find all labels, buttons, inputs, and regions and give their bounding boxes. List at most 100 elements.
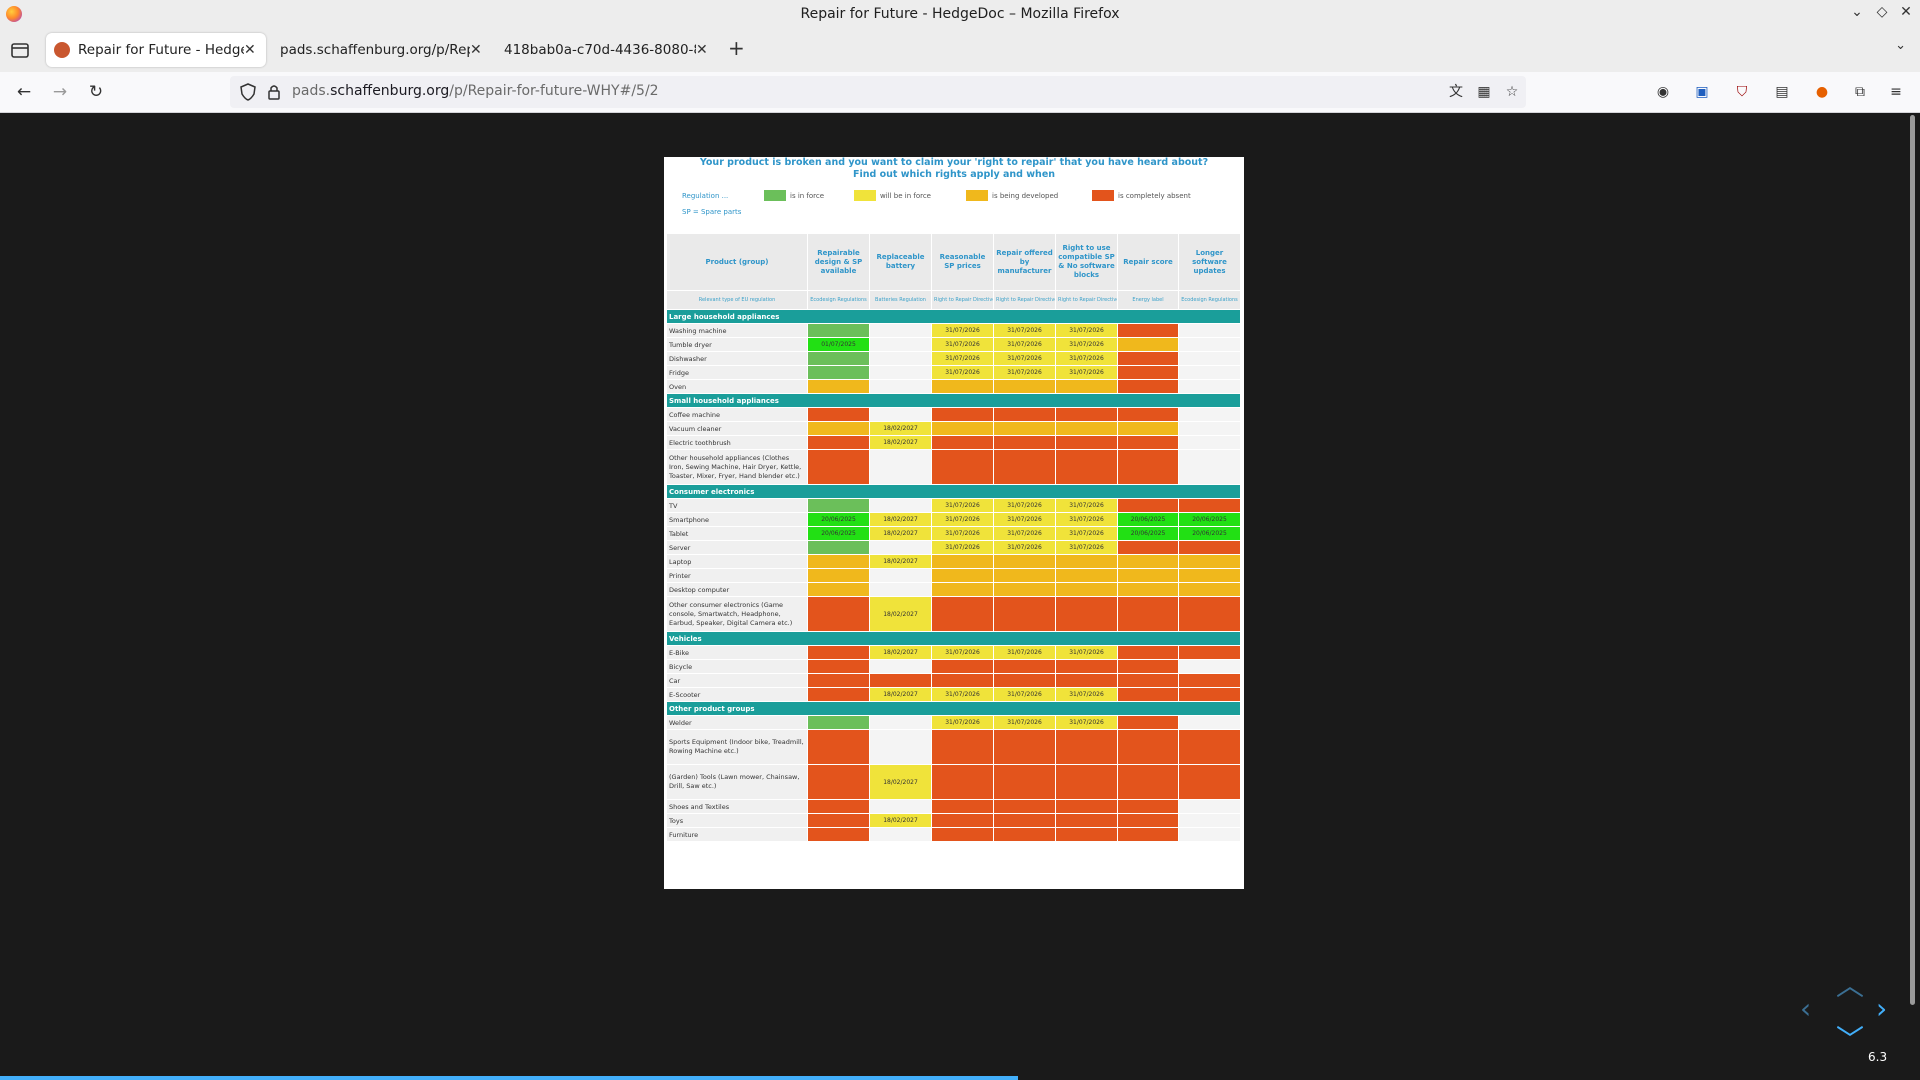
legend-label: will be in force (880, 192, 931, 200)
status-cell (1117, 645, 1179, 660)
status-cell: 31/07/2026 (993, 715, 1056, 730)
status-cell (1117, 813, 1179, 828)
minimize-icon[interactable]: ⌄ (1847, 4, 1867, 20)
status-cell (807, 582, 870, 597)
status-cell (807, 498, 870, 513)
status-cell (993, 421, 1056, 436)
table-row: Other consumer electronics (Game console… (666, 596, 1241, 632)
status-cell: 20/06/2025 (807, 526, 870, 541)
url-text[interactable]: pads.schaffenburg.org/p/Repair-for-futur… (292, 83, 659, 99)
list-all-tabs-icon[interactable]: ⌄ (1895, 38, 1906, 53)
reader-view-icon[interactable]: ▤ (1772, 82, 1792, 102)
close-window-icon[interactable]: ✕ (1896, 4, 1916, 20)
tab-list-icon[interactable] (8, 38, 32, 62)
status-cell: 20/06/2025 (1178, 512, 1241, 527)
column-header: Repair score (1117, 233, 1179, 291)
status-cell: 31/07/2026 (1055, 351, 1118, 366)
bitwarden-icon[interactable]: ▣ (1692, 82, 1712, 102)
maximize-icon[interactable]: ◇ (1872, 4, 1892, 20)
account-icon[interactable]: ◉ (1653, 82, 1673, 102)
table-row: E-Scooter 18/02/2027 31/07/2026 31/07/2026 3… (666, 687, 1241, 702)
status-cell (1178, 799, 1241, 814)
status-cell: 31/07/2026 (993, 337, 1056, 352)
section-title: Large household appliances (666, 309, 1241, 324)
product-name: Sports Equipment (Indoor bike, Treadmill… (666, 729, 808, 765)
product-name: Other household appliances (Clothes Iron… (666, 449, 808, 485)
status-cell (1117, 379, 1179, 394)
bookmark-star-icon[interactable]: ☆ (1502, 82, 1522, 102)
status-cell (1055, 596, 1118, 632)
status-cell (807, 827, 870, 842)
qr-code-icon[interactable]: ▦ (1474, 82, 1494, 102)
app-menu-icon[interactable]: ≡ (1886, 82, 1906, 102)
status-cell (931, 827, 994, 842)
table-row: TV 31/07/2026 31/07/2026 31/07/2026 (666, 498, 1241, 513)
status-cell: 18/02/2027 (869, 554, 932, 569)
table-row: Electric toothbrush 18/02/2027 (666, 435, 1241, 450)
status-cell: 31/07/2026 (931, 526, 994, 541)
product-name: Server (666, 540, 808, 555)
back-icon[interactable]: ← (12, 80, 36, 104)
nav-up-icon[interactable]: ︿ (1836, 964, 1864, 1004)
status-cell (931, 764, 994, 800)
status-cell (807, 596, 870, 632)
status-cell: 31/07/2026 (931, 365, 994, 380)
slide-subheading: Find out which rights apply and when (852, 169, 1056, 180)
status-cell: 31/07/2026 (1055, 365, 1118, 380)
status-cell: 31/07/2026 (931, 645, 994, 660)
status-cell (1117, 764, 1179, 800)
legend-label: is completely absent (1118, 192, 1191, 200)
tab-pads-schaffenburg[interactable]: pads.schaffenburg.org/p/Rep ✕ (280, 33, 490, 67)
status-cell: 31/07/2026 (1055, 323, 1118, 338)
close-tab-icon[interactable]: ✕ (696, 42, 708, 58)
status-cell (993, 764, 1056, 800)
scrollbar[interactable] (1910, 115, 1915, 1005)
reload-icon[interactable]: ↻ (84, 80, 108, 104)
table-row: Shoes and Textiles (666, 799, 1241, 814)
regulation-type-cell: Right to Repair Directive (1055, 290, 1118, 310)
tab-418bab0a[interactable]: 418bab0a-c70d-4436-8080-85 ✕ (504, 33, 714, 67)
lock-icon[interactable] (264, 82, 284, 102)
close-tab-icon[interactable]: ✕ (244, 42, 256, 58)
status-cell (1178, 715, 1241, 730)
nav-right-icon[interactable]: › (1876, 992, 1887, 1025)
product-name: Smartphone (666, 512, 808, 527)
nav-down-icon[interactable]: ﹀ (1836, 1018, 1864, 1058)
table-row: Server 31/07/2026 31/07/2026 31/07/2026 (666, 540, 1241, 555)
url-bar[interactable]: pads.schaffenburg.org/p/Repair-for-futur… (230, 76, 1526, 108)
product-name: Toys (666, 813, 808, 828)
status-cell (931, 407, 994, 422)
product-name: Vacuum cleaner (666, 421, 808, 436)
slide-heading: Your product is broken and you want to c… (699, 157, 1209, 168)
ublock-origin-icon[interactable]: ⛉ (1732, 82, 1752, 102)
table-row: (Garden) Tools (Lawn mower, Chainsaw, Dr… (666, 764, 1241, 800)
table-header-row: Product (group) Repairable design & SP av… (666, 233, 1241, 291)
status-cell (1178, 379, 1241, 394)
extension-orange-icon[interactable]: ● (1812, 82, 1832, 102)
regulation-type-cell: Ecodesign Regulations (807, 290, 870, 310)
status-cell (1178, 568, 1241, 583)
status-cell (869, 337, 932, 352)
status-cell (1117, 729, 1179, 765)
status-cell: 31/07/2026 (1055, 512, 1118, 527)
forward-icon[interactable]: → (48, 80, 72, 104)
status-cell (1178, 407, 1241, 422)
new-tab-icon[interactable]: + (728, 36, 745, 60)
status-cell (807, 379, 870, 394)
status-cell (1055, 659, 1118, 674)
status-cell: 20/06/2025 (1117, 526, 1179, 541)
table-row: Bicycle (666, 659, 1241, 674)
status-cell (1117, 407, 1179, 422)
legend-label: is being developed (992, 192, 1059, 200)
tab-repair-for-future[interactable]: Repair for Future - HedgeD ✕ (46, 33, 266, 67)
section-header-row: Other product groups (666, 701, 1241, 716)
translate-icon[interactable]: 文 (1446, 82, 1466, 102)
extensions-puzzle-icon[interactable]: ⧉ (1850, 82, 1870, 102)
status-cell (1117, 673, 1179, 688)
status-cell (1055, 673, 1118, 688)
tracking-shield-icon[interactable] (238, 82, 258, 102)
close-tab-icon[interactable]: ✕ (470, 42, 482, 58)
status-cell (1055, 407, 1118, 422)
nav-left-icon[interactable]: ‹ (1800, 992, 1811, 1025)
status-cell (993, 813, 1056, 828)
